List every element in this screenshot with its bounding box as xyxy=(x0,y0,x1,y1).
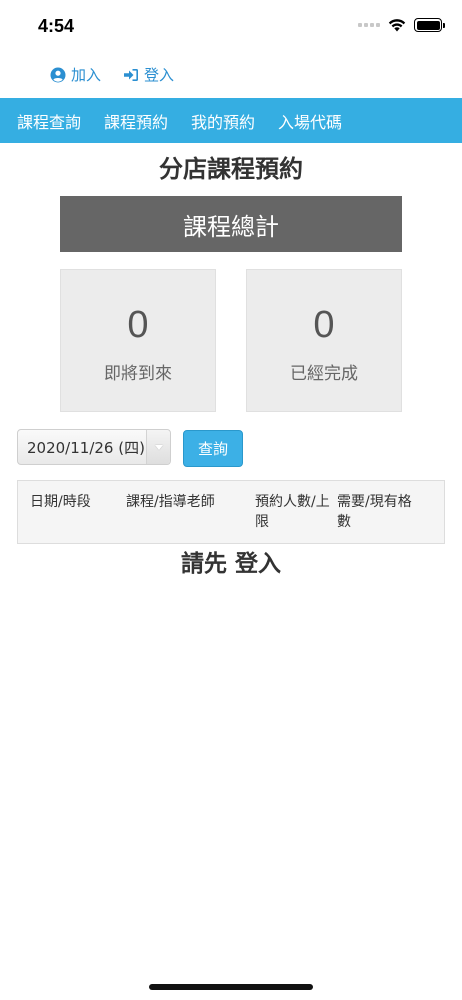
date-select[interactable]: 2020/11/26 (四) xyxy=(17,429,171,465)
completed-count: 0 xyxy=(313,304,335,346)
completed-stat-card: 0 已經完成 xyxy=(246,269,402,412)
upcoming-stat-card: 0 即將到來 xyxy=(60,269,216,412)
status-time: 4:54 xyxy=(38,16,75,36)
upcoming-label: 即將到來 xyxy=(104,364,172,384)
battery-icon xyxy=(414,18,445,32)
chevron-down-icon xyxy=(154,444,163,450)
user-circle-icon xyxy=(50,67,66,82)
status-icons xyxy=(358,18,445,32)
join-label: 加入 xyxy=(71,66,102,84)
column-header-capacity: 預約人數/上限 xyxy=(255,494,330,530)
date-select-dropdown[interactable] xyxy=(146,430,170,464)
login-link[interactable]: 登入 xyxy=(123,64,174,85)
nav-item-course-booking[interactable]: 課程預約 xyxy=(104,109,168,133)
login-prompt: 請先 登入 xyxy=(180,551,281,577)
nav-item-course-search[interactable]: 課程查詢 xyxy=(17,109,81,133)
main-nav: 課程查詢 課程預約 我的預約 入場代碼 xyxy=(0,98,462,143)
date-select-value: 2020/11/26 (四) xyxy=(27,438,145,457)
sign-in-icon xyxy=(124,68,139,81)
column-header-slots: 需要/現有格數 xyxy=(337,494,412,530)
status-bar: 4:54 xyxy=(0,0,462,56)
column-header-date: 日期/時段 xyxy=(30,494,91,510)
booking-table: 日期/時段 課程/指導老師 預約人數/上限 需要/現有格數 xyxy=(17,480,445,544)
auth-links: 加入 登入 xyxy=(50,64,174,85)
completed-label: 已經完成 xyxy=(290,364,358,384)
wifi-icon xyxy=(388,19,406,32)
summary-header: 課程總計 xyxy=(60,196,402,252)
nav-item-entry-code[interactable]: 入場代碼 xyxy=(278,109,342,133)
join-link[interactable]: 加入 xyxy=(50,64,101,85)
upcoming-count: 0 xyxy=(127,304,149,346)
column-header-course: 課程/指導老師 xyxy=(126,494,215,510)
home-indicator[interactable] xyxy=(149,984,313,990)
nav-item-my-bookings[interactable]: 我的預約 xyxy=(191,109,255,133)
page-title: 分店課程預約 xyxy=(159,155,303,183)
query-button[interactable]: 查詢 xyxy=(183,430,243,467)
login-label: 登入 xyxy=(144,66,175,84)
cellular-signal-icon xyxy=(358,23,380,27)
